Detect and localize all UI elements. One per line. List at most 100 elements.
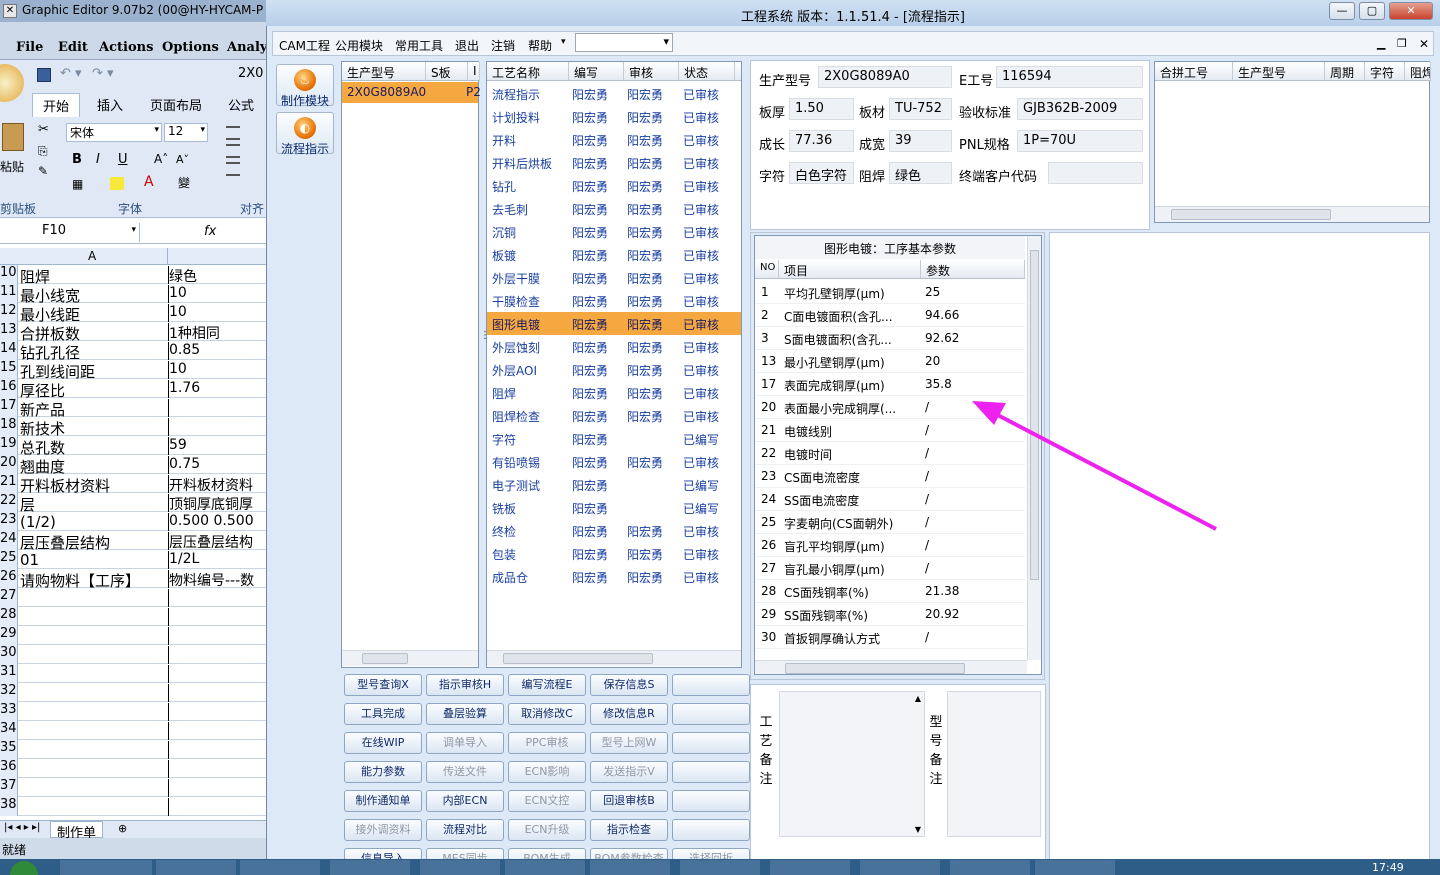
cell-b[interactable] (168, 608, 268, 626)
sheet-row[interactable]: 18 新技术 (0, 417, 268, 436)
sheet-row[interactable]: 32 (0, 683, 268, 702)
sheet-row[interactable]: 26 请购物料【工序】 物料编号---数 (0, 569, 268, 588)
process-row[interactable]: 电子测试 阳宏勇 已编写 (487, 473, 741, 496)
action-button[interactable]: 传送文件 (426, 761, 504, 783)
cell-a[interactable] (20, 722, 166, 740)
process-row[interactable]: 有铅喷锡 阳宏勇 阳宏勇 已审核 (487, 450, 741, 473)
ribbon-tab-insert[interactable]: 插入 (97, 95, 123, 114)
phonetic-icon[interactable]: 變 (178, 174, 190, 191)
menu-tools[interactable]: 常用工具 (395, 37, 443, 54)
cell-b[interactable]: 1/2L (168, 551, 268, 569)
sheet-row[interactable]: 34 (0, 721, 268, 740)
row-number[interactable]: 20 (0, 455, 18, 474)
sheet-row[interactable]: 37 (0, 778, 268, 797)
new-sheet-icon[interactable]: ⊕ (118, 822, 127, 835)
writer-header[interactable]: 编写 (569, 62, 624, 81)
row-number[interactable]: 18 (0, 417, 18, 436)
cell-a[interactable]: 最小线宽 (20, 285, 166, 303)
mdi-restore-icon[interactable]: ❐ (1397, 37, 1407, 50)
cell-a[interactable]: 孔到线间距 (20, 361, 166, 379)
cell-b[interactable] (168, 741, 268, 759)
model-row[interactable]: 2X0G8089A0 P2 (342, 82, 481, 103)
cell-b[interactable] (168, 722, 268, 740)
process-row[interactable]: 去毛刺 阳宏勇 阳宏勇 已审核 (487, 197, 741, 220)
action-button[interactable]: 流程对比 (426, 819, 504, 841)
params-hscroll[interactable] (755, 660, 1027, 674)
cell-a[interactable]: 层 (20, 494, 166, 512)
row-number[interactable]: 32 (0, 683, 18, 702)
row-number[interactable]: 33 (0, 702, 18, 721)
cell-a[interactable] (20, 627, 166, 645)
process-row[interactable]: 外层AOI 阳宏勇 阳宏勇 已审核 (487, 358, 741, 381)
merge-cycle-header[interactable]: 周期 (1325, 62, 1365, 81)
menu-cam[interactable]: CAM工程 (279, 37, 330, 54)
model-field[interactable]: 2X0G8089A0 (818, 66, 952, 88)
process-row[interactable]: 外层蚀刻 阳宏勇 阳宏勇 已审核 (487, 335, 741, 358)
cell-b[interactable]: 10 (168, 304, 268, 322)
process-row[interactable]: 终检 阳宏勇 阳宏勇 已审核 (487, 519, 741, 542)
row-number[interactable]: 38 (0, 797, 18, 816)
cell-a[interactable] (20, 646, 166, 664)
param-header[interactable]: 参数 (921, 260, 1025, 279)
process-row[interactable]: 钻孔 阳宏勇 阳宏勇 已审核 (487, 174, 741, 197)
row-number[interactable]: 10 (0, 265, 18, 284)
cell-b[interactable]: 59 (168, 437, 268, 455)
menu-exit[interactable]: 退出 (455, 37, 479, 54)
sboard-col-header[interactable]: S板 (426, 62, 468, 81)
cell-b[interactable] (168, 779, 268, 797)
cell-b[interactable]: 开料板材资料 (168, 475, 268, 493)
wid-field[interactable]: 39 (889, 130, 952, 152)
row-number[interactable]: 27 (0, 588, 18, 607)
taskbar-item-3[interactable] (240, 860, 320, 875)
sheet-row[interactable]: 17 新产品 (0, 398, 268, 417)
merge-grid-hscroll[interactable] (1155, 206, 1429, 222)
action-button[interactable] (672, 703, 750, 725)
save-icon[interactable] (37, 68, 51, 82)
cell-a[interactable]: (1/2) (20, 513, 166, 531)
taskbar-item-5[interactable] (420, 860, 500, 875)
cell-b[interactable]: 顶铜厚底铜厚 (168, 494, 268, 512)
sheet-row[interactable]: 11 最小线宽 10 (0, 284, 268, 303)
param-row[interactable]: 29 SS面残铜率(%) 20.92 (755, 603, 1025, 626)
row-number[interactable]: 22 (0, 493, 18, 512)
sheet-row[interactable]: 28 (0, 607, 268, 626)
cell-b[interactable] (168, 399, 268, 417)
paste-icon[interactable] (2, 123, 24, 151)
row-number[interactable]: 36 (0, 759, 18, 778)
cell-b[interactable]: 1种相同 (168, 323, 268, 341)
action-button[interactable]: 在线WIP (344, 732, 422, 754)
action-button[interactable]: ECN升级 (508, 819, 586, 841)
format-painter-icon[interactable]: ✎ (38, 164, 48, 178)
status-header[interactable]: 状态 (679, 62, 735, 81)
model-grid-hscroll[interactable] (342, 650, 478, 666)
row-number[interactable]: 29 (0, 626, 18, 645)
cell-a[interactable] (20, 798, 166, 816)
sheet-row[interactable]: 35 (0, 740, 268, 759)
indent-icon[interactable] (226, 162, 240, 176)
taskbar-item-6[interactable] (505, 860, 585, 875)
cell-a[interactable] (20, 760, 166, 778)
ribbon-tab-layout[interactable]: 页面布局 (150, 95, 202, 114)
row-number[interactable]: 28 (0, 607, 18, 626)
row-number[interactable]: 11 (0, 284, 18, 303)
std-field[interactable]: GJB362B-2009 (1017, 98, 1143, 120)
border-icon[interactable]: ▦ (72, 177, 83, 191)
material-field[interactable]: TU-752 (889, 98, 952, 120)
process-grid-hscroll[interactable] (487, 650, 741, 666)
menu-file[interactable]: File (16, 40, 43, 55)
shrink-font-icon[interactable]: A˅ (176, 153, 189, 166)
sheet-row[interactable]: 24 层压叠层结构 层压叠层结构 (0, 531, 268, 550)
row-number[interactable]: 21 (0, 474, 18, 493)
action-button[interactable]: PPC审核 (508, 732, 586, 754)
cell-a[interactable] (20, 741, 166, 759)
row-number[interactable]: 13 (0, 322, 18, 341)
cell-a[interactable]: 请购物料【工序】 (20, 570, 166, 588)
cell-b[interactable]: 10 (168, 361, 268, 379)
menu-options[interactable]: Options (162, 40, 219, 55)
param-row[interactable]: 3 S面电镀面积(含孔... 92.62 (755, 327, 1025, 350)
action-button[interactable]: 型号上网W (590, 732, 668, 754)
action-button[interactable]: 回退审核B (590, 790, 668, 812)
action-button[interactable]: 能力参数 (344, 761, 422, 783)
action-button[interactable] (672, 761, 750, 783)
process-row[interactable]: 包装 阳宏勇 阳宏勇 已审核 (487, 542, 741, 565)
